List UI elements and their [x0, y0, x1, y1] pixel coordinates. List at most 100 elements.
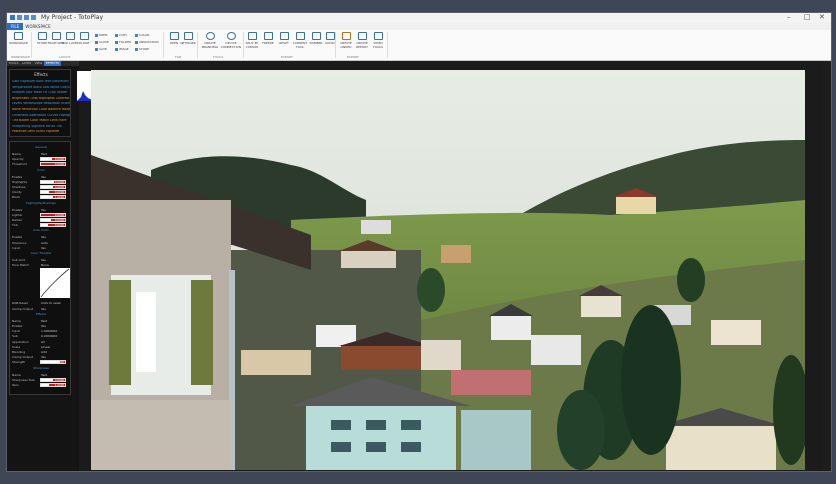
property-label: Input — [12, 329, 20, 334]
image-canvas[interactable] — [91, 70, 805, 470]
property-label: Shadows — [12, 185, 26, 189]
property-slider[interactable]: 0.0000 — [40, 218, 66, 222]
folder-small-button[interactable]: FOLDER — [115, 40, 131, 44]
effects-heading: Effects — [34, 72, 48, 77]
section-header: Color Transfer — [30, 251, 52, 255]
save-icon[interactable] — [17, 15, 22, 20]
property-value[interactable]: Yes — [41, 307, 46, 311]
tab-file[interactable]: FILE — [7, 23, 23, 30]
minimize-icon[interactable]: – — [787, 13, 791, 22]
property-label: Tolerance — [12, 240, 27, 245]
property-slider[interactable]: 0.0000 — [40, 212, 66, 217]
image-small-button[interactable]: IMAGE — [115, 47, 129, 51]
effect-item[interactable]: Levels Vectorscope Resolution Invert — [12, 102, 70, 105]
property-value[interactable]: Yes — [41, 324, 46, 328]
open-small-button[interactable]: OPEN — [95, 33, 107, 37]
effect-item[interactable]: Posterize Lens Scroll Vignette — [12, 130, 70, 133]
property-value[interactable]: Add — [41, 350, 47, 354]
property-value[interactable]: Test — [41, 152, 47, 156]
effect-item[interactable]: Temperature Black Low White Grayscale — [12, 86, 70, 89]
property-value[interactable]: Yes — [41, 235, 46, 239]
property-slider[interactable]: 1.0000 — [40, 195, 66, 200]
property-label: Clamp Output — [12, 306, 33, 311]
property-value[interactable]: Yes — [41, 355, 46, 359]
effect-item[interactable]: Noise Reduction Color Balance Warp — [12, 108, 70, 111]
property-slider[interactable]: 0.0000 — [40, 223, 66, 228]
ribbon-separator — [387, 32, 388, 58]
link-icon — [341, 32, 351, 40]
network-button[interactable]: NETWORK — [179, 32, 197, 45]
property-slider[interactable]: 0.0000 — [40, 377, 66, 382]
slider-fill — [41, 196, 53, 199]
app-window: My Project - TotoPlay – □ ✕ FILE WORKSPA… — [6, 12, 832, 472]
effect-item[interactable]: Brightness Tints Highlights Contrast — [12, 97, 70, 100]
property-label: Enable — [12, 174, 23, 179]
branding-icon — [205, 32, 215, 40]
property-label: Black — [12, 195, 21, 200]
effect-item[interactable]: Sharpening Vignette Mirror Tile — [12, 125, 70, 128]
curve-line — [40, 269, 70, 298]
video-tools-button[interactable]: VIDEO TOOLS — [369, 32, 387, 49]
effect-item[interactable]: Chromatic Aberration Curves Histogram — [12, 114, 70, 117]
property-value[interactable]: 0.0000000 — [41, 334, 57, 338]
store-small-button[interactable]: STORE — [135, 47, 149, 51]
tone-curve[interactable] — [40, 268, 70, 299]
slider-fill — [41, 384, 50, 386]
color-small-button[interactable]: COLOR — [135, 33, 149, 37]
tab-workspace[interactable]: WORKSPACE — [25, 23, 51, 30]
ribbon-separator — [335, 32, 336, 58]
property-value[interactable]: 1.0000000 — [41, 329, 57, 333]
close-small-button[interactable]: CLOSE — [95, 40, 109, 44]
property-value[interactable]: None — [41, 263, 49, 267]
property-label: Name — [12, 372, 21, 377]
property-value[interactable]: Yes — [41, 258, 46, 262]
slider-fill — [41, 378, 53, 381]
property-value[interactable]: Yes — [41, 175, 46, 179]
effect-item[interactable]: Gain Exposure Auto Text Saturation — [12, 80, 70, 83]
slider-value: 0.0000 — [54, 186, 64, 189]
workspace-button[interactable]: WORKSPACE — [9, 32, 28, 45]
copy-small-button[interactable]: COPY — [115, 33, 127, 37]
property-value[interactable]: All — [41, 340, 45, 344]
property-slider[interactable]: 0.0000 — [40, 360, 66, 365]
property-label: Clarity — [12, 190, 22, 195]
effect-item[interactable]: Sharpen Blur Mask Fill Crop Rotate — [12, 91, 70, 94]
property-value[interactable]: Test — [41, 319, 47, 323]
video-icon — [373, 32, 383, 40]
in-one-button[interactable]: IN-ONE — [75, 32, 93, 45]
property-value[interactable]: Yes — [41, 246, 46, 250]
create-branding-button[interactable]: CREATE BRANDING — [199, 32, 221, 49]
property-label: Name — [12, 152, 21, 156]
redo-icon[interactable] — [31, 15, 36, 20]
property-slider[interactable]: 0.0000 — [40, 185, 66, 189]
device-connection-button[interactable]: DEVICE CONNECTION — [219, 32, 243, 49]
property-slider[interactable]: 0.0000 — [40, 157, 66, 162]
slider-value: 0.0000 — [54, 158, 64, 162]
property-slider[interactable]: 1.0000 — [40, 383, 66, 387]
property-value[interactable]: Click to reset — [41, 301, 61, 305]
reset-icon — [279, 32, 289, 40]
ribbon: WORKSPACE STORE FROM WEB ADD LAYER IN-ON… — [7, 30, 831, 61]
property-slider[interactable]: 0.0000 — [40, 179, 66, 184]
effect-item[interactable]: Tint Bloom Color Match Lens Flare — [12, 119, 70, 122]
slider-fill — [41, 191, 50, 194]
window-title: My Project - TotoPlay — [41, 14, 103, 21]
property-label: Iters — [12, 383, 19, 387]
property-value[interactable]: Yes — [41, 208, 46, 212]
undo-icon[interactable] — [24, 15, 29, 20]
property-label: Tone Match — [12, 263, 30, 268]
close-icon[interactable]: ✕ — [819, 13, 825, 22]
property-label: Sharpness Size — [12, 377, 35, 382]
property-value[interactable]: Linear — [41, 345, 50, 349]
property-value[interactable]: Auto — [41, 241, 48, 245]
property-slider[interactable]: 0.0000 — [40, 162, 66, 167]
network-icon — [183, 32, 193, 40]
maximize-icon[interactable]: □ — [804, 13, 811, 22]
save-small-button[interactable]: SAVE — [95, 47, 107, 51]
slider-fill — [41, 186, 53, 188]
right-scrollbar[interactable] — [823, 61, 831, 471]
annotation-small-button[interactable]: ANNOTATION — [135, 40, 159, 44]
property-value[interactable]: Test — [41, 373, 47, 377]
slider-value: 0.0000 — [54, 378, 64, 382]
property-slider[interactable]: 0.0000 — [40, 190, 66, 195]
